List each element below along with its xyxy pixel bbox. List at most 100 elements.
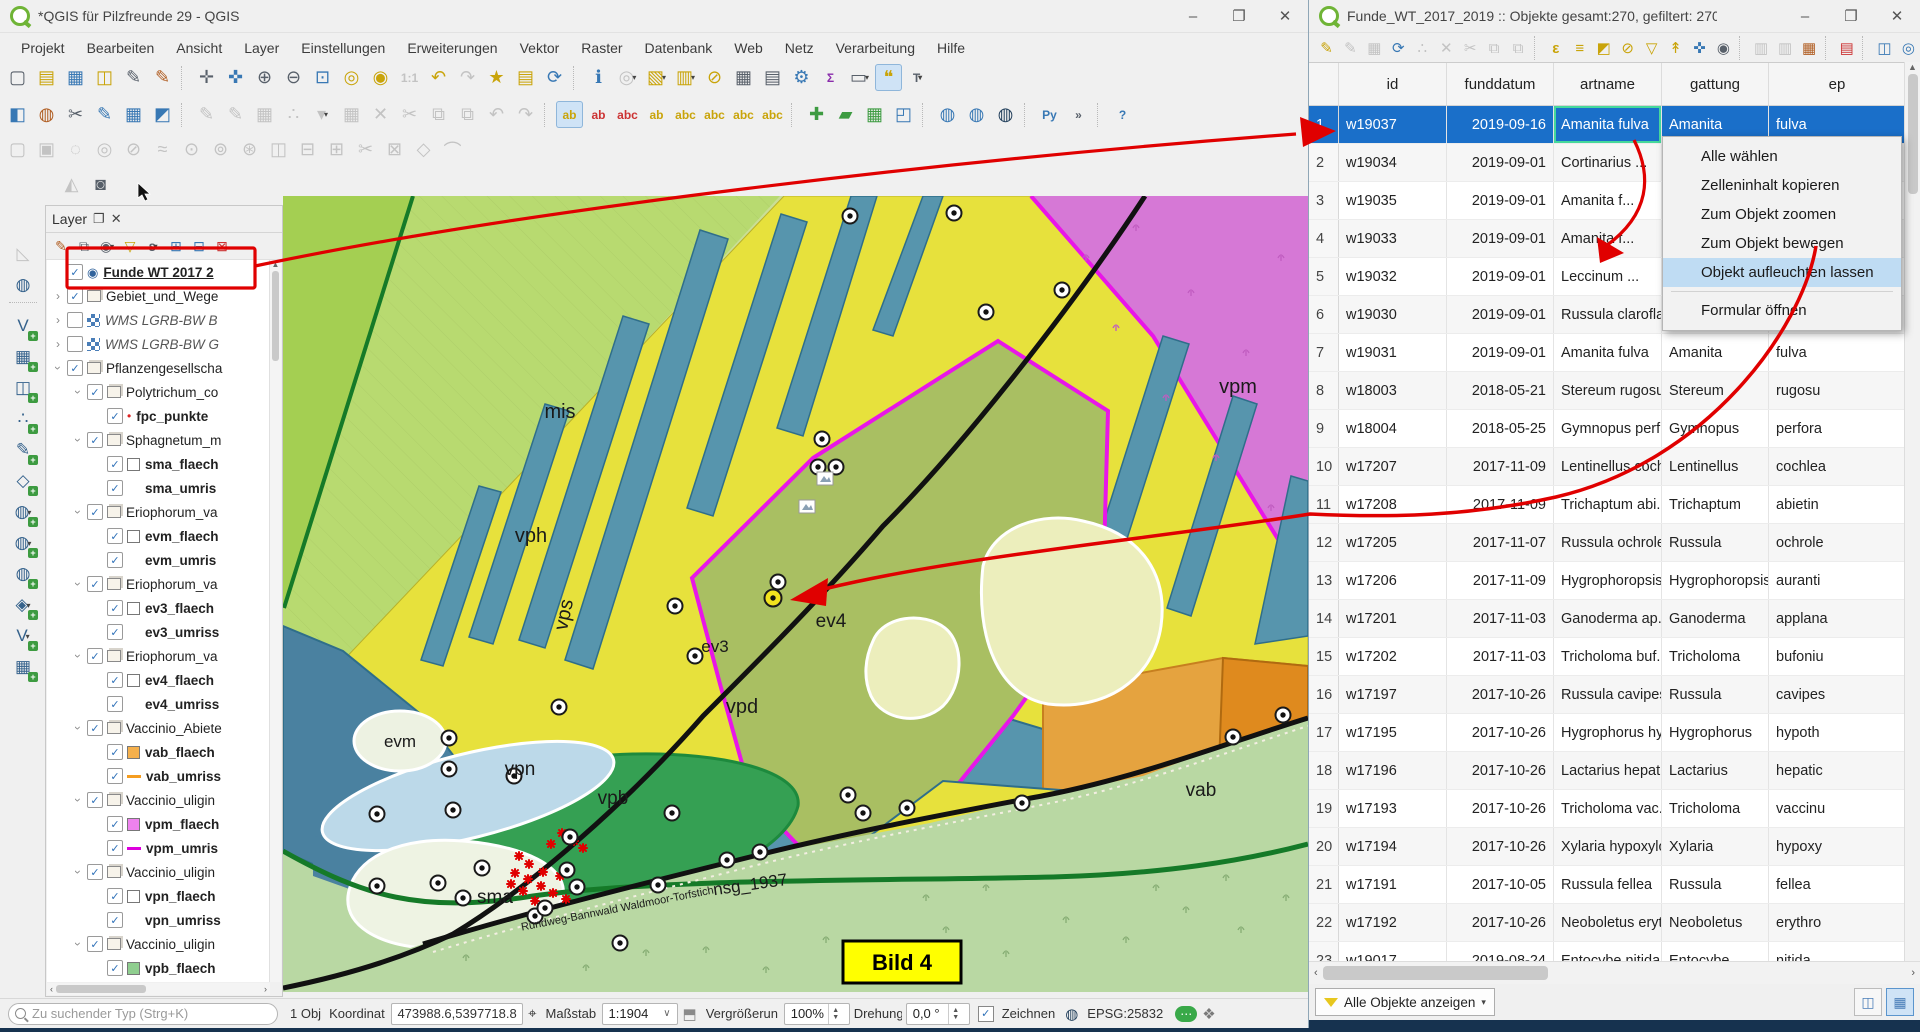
- cell-gattung[interactable]: Stereum: [1662, 372, 1769, 409]
- cell-funddatum[interactable]: 2017-10-26: [1447, 714, 1554, 751]
- column-header-artname[interactable]: artname: [1554, 63, 1662, 105]
- rotation-spinner[interactable]: ▲▼: [948, 1004, 963, 1024]
- cell-id[interactable]: w17202: [1339, 638, 1447, 675]
- zoom-in-icon[interactable]: ⊕: [251, 64, 278, 91]
- cell-artname[interactable]: Lentinellus coch...: [1554, 448, 1662, 485]
- select-freehand-icon[interactable]: ◌: [62, 136, 89, 163]
- copy-selected-icon[interactable]: ⧉: [1483, 36, 1506, 60]
- cell-ep[interactable]: ochrole: [1769, 524, 1906, 561]
- row-number[interactable]: 21: [1309, 866, 1339, 903]
- layer-styling-panel-icon[interactable]: ◧: [4, 101, 31, 128]
- feature-filter-button[interactable]: Alle Objekte anzeigen ▾: [1315, 988, 1495, 1016]
- zoom-to-selection-icon[interactable]: ◉: [367, 64, 394, 91]
- deselect-all-icon[interactable]: ⊘: [1616, 36, 1639, 60]
- digitize-with-segment-icon[interactable]: ▦: [251, 101, 278, 128]
- layer-item-gebiet-und-wege[interactable]: ›✓Gebiet_und_Wege: [47, 284, 270, 308]
- cell-artname[interactable]: Tricholoma buf...: [1554, 638, 1662, 675]
- layer-item-eriophorum-va[interactable]: ›✓Eriophorum_va: [47, 500, 270, 524]
- run-feature-action-icon[interactable]: ◎▾: [614, 64, 641, 91]
- attr-minimize-button[interactable]: –: [1782, 1, 1828, 31]
- delete-selected-features-icon[interactable]: ✕: [1435, 36, 1458, 60]
- layer-item-polytrichum-co[interactable]: ›✓Polytrichum_co: [47, 380, 270, 404]
- table-row-w17193[interactable]: 19w171932017-10-26Tricholoma vac...Trich…: [1309, 790, 1906, 828]
- menu-item-zum-objekt-zoomen[interactable]: Zum Objekt zoomen: [1663, 200, 1901, 229]
- split-parts-icon[interactable]: ✂: [352, 136, 379, 163]
- layer-item-vpn-flaech[interactable]: ✓vpn_flaech: [47, 884, 270, 908]
- add-virtual-layer-icon[interactable]: V▾: [8, 622, 38, 650]
- conditional-formatting-icon[interactable]: ▤: [1835, 36, 1858, 60]
- cell-artname[interactable]: Xylaria hypoxylon: [1554, 828, 1662, 865]
- layer-item-sphagnetum-m[interactable]: ›✓Sphagnetum_m: [47, 428, 270, 452]
- menu-netz[interactable]: Netz: [774, 36, 825, 60]
- cell-id[interactable]: w19031: [1339, 334, 1447, 371]
- locator-search-input[interactable]: Zu suchender Typ (Strg+K): [8, 1003, 278, 1025]
- cell-gattung[interactable]: Hygrophoropsis: [1662, 562, 1769, 599]
- table-row-w19017[interactable]: 23w190172019-08-24Entocybe nitidaEntocyb…: [1309, 942, 1906, 962]
- row-number[interactable]: 13: [1309, 562, 1339, 599]
- cell-funddatum[interactable]: 2018-05-21: [1447, 372, 1554, 409]
- layer-visibility-checkbox[interactable]: ✓: [107, 408, 123, 424]
- table-row-w17207[interactable]: 10w172072017-11-09Lentinellus coch...Len…: [1309, 448, 1906, 486]
- table-row-w18004[interactable]: 9w180042018-05-25Gymnopus perf...Gymnopu…: [1309, 410, 1906, 448]
- layer-visibility-checkbox[interactable]: ✓: [107, 480, 123, 496]
- cell-gattung[interactable]: Gymnopus: [1662, 410, 1769, 447]
- expander-icon[interactable]: ›: [71, 649, 85, 663]
- layer-visibility-checkbox[interactable]: ✓: [87, 864, 103, 880]
- dock-attribute-table-icon[interactable]: ◫: [1873, 36, 1896, 60]
- undo-icon[interactable]: ↶: [483, 101, 510, 128]
- cell-artname[interactable]: Gymnopus perf...: [1554, 410, 1662, 447]
- layer-item-sma-flaech[interactable]: ✓sma_flaech: [47, 452, 270, 476]
- layer-item-pflanzengesellscha[interactable]: ›✓Pflanzengesellscha: [47, 356, 270, 380]
- layer-item-evm-flaech[interactable]: ✓evm_flaech: [47, 524, 270, 548]
- cell-id[interactable]: w17193: [1339, 790, 1447, 827]
- cell-ep[interactable]: abietin: [1769, 486, 1906, 523]
- row-number[interactable]: 16: [1309, 676, 1339, 713]
- cell-ep[interactable]: hepatic: [1769, 752, 1906, 789]
- filter-legend-icon[interactable]: ▽: [119, 235, 141, 257]
- expander-icon[interactable]: ›: [71, 433, 85, 447]
- select-all-icon[interactable]: ≡: [1568, 36, 1591, 60]
- cell-funddatum[interactable]: 2017-11-03: [1447, 600, 1554, 637]
- attr-maximize-button[interactable]: ❐: [1828, 1, 1874, 31]
- new-annotation-icon[interactable]: ✎: [91, 101, 118, 128]
- cell-artname[interactable]: Russula fellea: [1554, 866, 1662, 903]
- layer-item-sma-umris[interactable]: ✓sma_umris: [47, 476, 270, 500]
- cell-gattung[interactable]: Neoboletus: [1662, 904, 1769, 941]
- add-postgis-layer-icon[interactable]: ◍▾: [8, 498, 38, 526]
- layer-item-vaccinio-uligin[interactable]: ›✓Vaccinio_uligin: [47, 788, 270, 812]
- magnifier-spinner[interactable]: ▲▼: [828, 1004, 843, 1024]
- row-number[interactable]: 6: [1309, 296, 1339, 333]
- table-row-w17196[interactable]: 18w171962017-10-26Lactarius hepati...Lac…: [1309, 752, 1906, 790]
- save-project-as-icon[interactable]: ◫: [91, 64, 118, 91]
- rotate-feature-icon[interactable]: ◇: [410, 136, 437, 163]
- cell-funddatum[interactable]: 2019-09-01: [1447, 182, 1554, 219]
- toggle-editing-icon[interactable]: ✎: [193, 101, 220, 128]
- layer-visibility-checkbox[interactable]: ✓: [107, 600, 123, 616]
- edit-attributes-icon[interactable]: ▦: [338, 101, 365, 128]
- layer-item-ev3-umriss[interactable]: ✓ev3_umriss: [47, 620, 270, 644]
- filter-by-expression-icon[interactable]: ε▾: [142, 235, 164, 257]
- add-wms-wmts-layer-icon[interactable]: ◍▾: [8, 529, 38, 557]
- cell-id[interactable]: w17207: [1339, 448, 1447, 485]
- cell-artname[interactable]: Lactarius hepati...: [1554, 752, 1662, 789]
- wcs-services-icon[interactable]: ◍: [963, 101, 990, 128]
- layers-vertical-scrollbar[interactable]: ▲: [269, 260, 281, 982]
- select-by-radius-icon[interactable]: ◎: [91, 136, 118, 163]
- cell-funddatum[interactable]: 2019-09-01: [1447, 258, 1554, 295]
- row-number[interactable]: 9: [1309, 410, 1339, 447]
- layer-visibility-checkbox[interactable]: ✓: [87, 792, 103, 808]
- scale-combobox[interactable]: 1:1904∨: [602, 1003, 678, 1025]
- layer-visibility-checkbox[interactable]: ✓: [67, 288, 83, 304]
- table-row-w17205[interactable]: 12w172052017-11-07Russula ochrole...Russ…: [1309, 524, 1906, 562]
- remove-layer-group-icon[interactable]: ⊠: [211, 235, 233, 257]
- collapse-all-icon[interactable]: ⊟: [188, 235, 210, 257]
- cell-artname[interactable]: Stereum rugosum: [1554, 372, 1662, 409]
- menu-layer[interactable]: Layer: [233, 36, 290, 60]
- labeling-rules-icon[interactable]: abc: [614, 101, 641, 128]
- layer-item-vpm-flaech[interactable]: ✓vpm_flaech: [47, 812, 270, 836]
- redo-icon[interactable]: ↷: [512, 101, 539, 128]
- attr-vertical-scrollbar[interactable]: ▲: [1904, 62, 1920, 962]
- select-by-polygon-icon[interactable]: ▣: [33, 136, 60, 163]
- cell-ep[interactable]: cavipes: [1769, 676, 1906, 713]
- cell-gattung[interactable]: Entocybe: [1662, 942, 1769, 962]
